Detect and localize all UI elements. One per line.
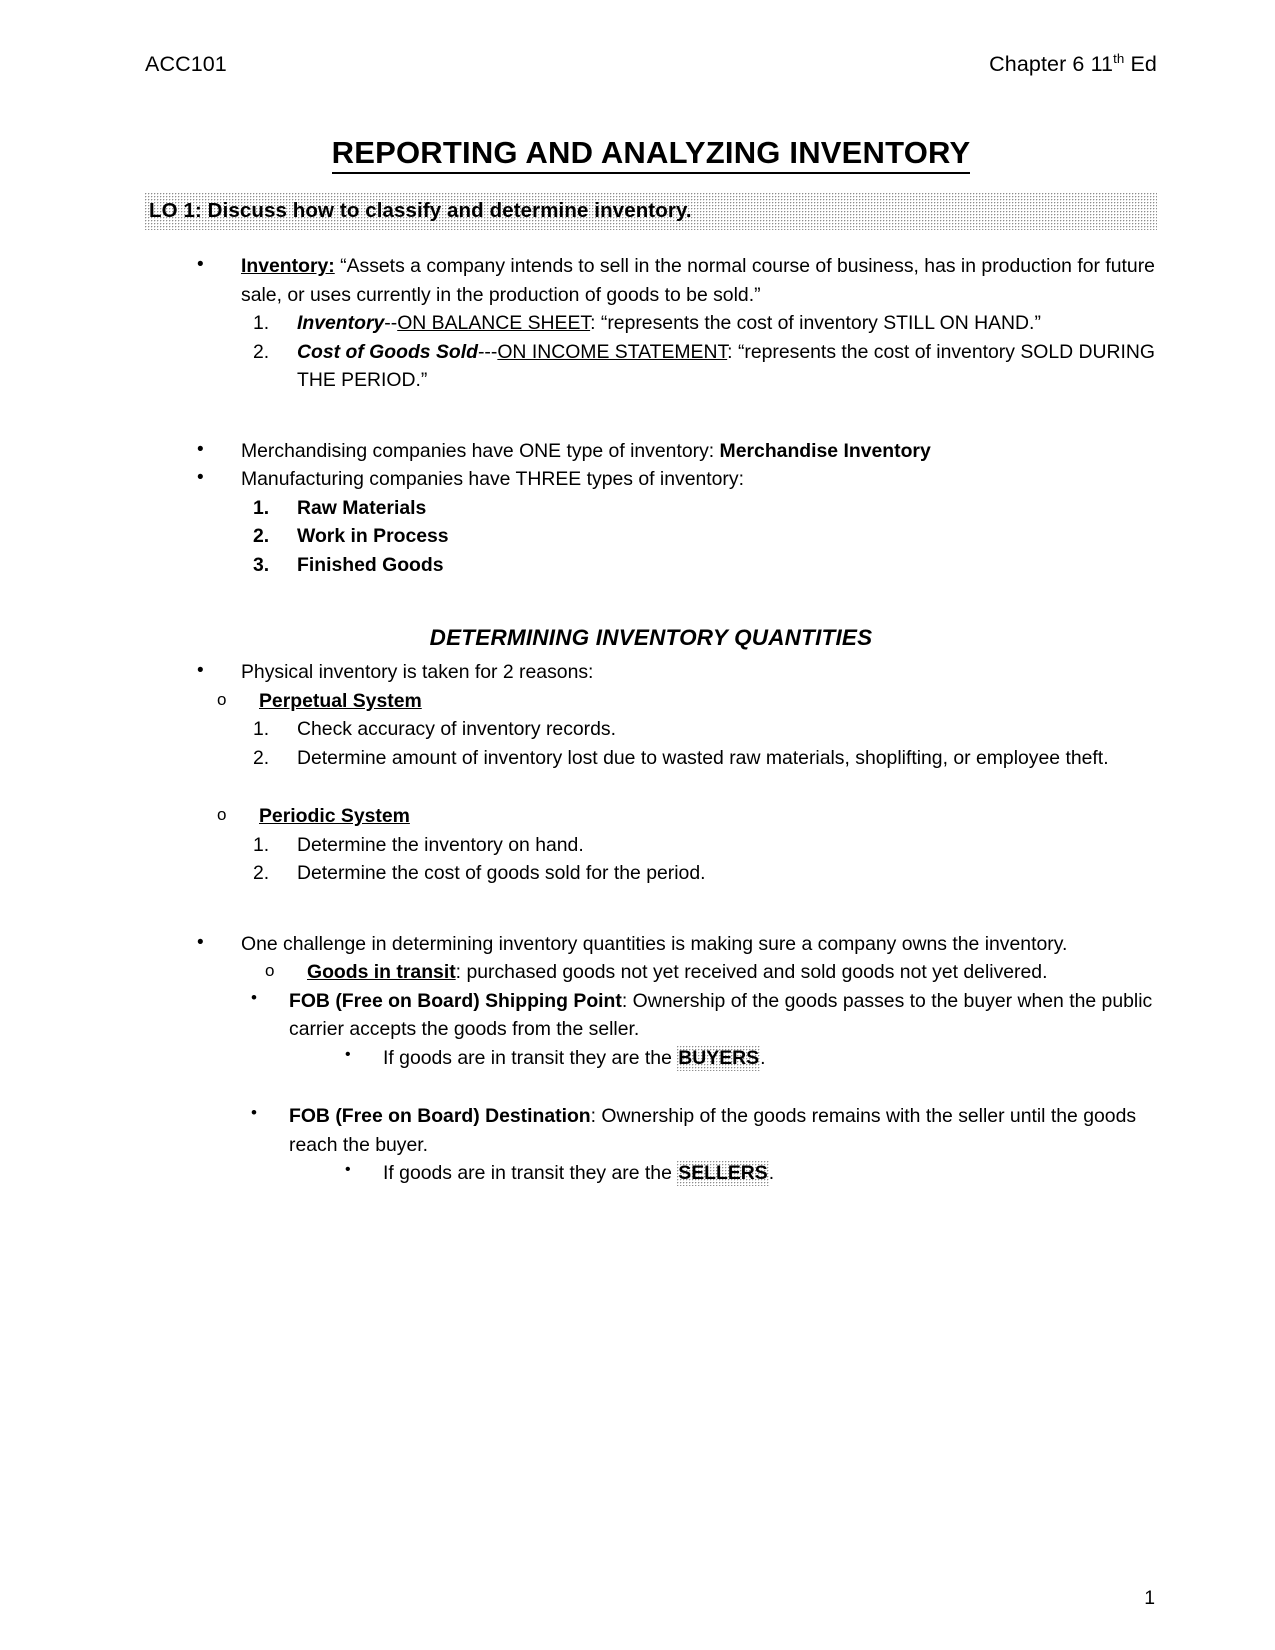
goods-in-transit-group: Goods in transit: purchased goods not ye… <box>263 958 1157 987</box>
merchandising-lead: Merchandising companies have ONE type of… <box>241 439 720 462</box>
page-title: REPORTING AND ANALYZING INVENTORY <box>145 135 1157 174</box>
periodic-system-group: Periodic System <box>215 802 1157 831</box>
list-item: If goods are in transit they are the SEL… <box>341 1158 1157 1188</box>
page-title-text: REPORTING AND ANALYZING INVENTORY <box>331 135 971 174</box>
list-item: One challenge in determining inventory q… <box>193 929 1157 959</box>
goods-in-transit-term: Goods in transit <box>307 961 456 984</box>
list-marker: 2. <box>253 525 270 548</box>
chapter-label: Chapter 6 11th Ed <box>989 52 1157 77</box>
fob-destination-term: FOB (Free on Board) Destination <box>289 1105 591 1128</box>
ownership-challenge-list: One challenge in determining inventory q… <box>193 929 1157 959</box>
inventory-term: Inventory: <box>241 255 335 277</box>
fob-shipping-point-group: FOB (Free on Board) Shipping Point: Owne… <box>247 986 1157 1044</box>
cogs-location: ON INCOME STATEMENT <box>497 340 728 363</box>
fob-destination-group: FOB (Free on Board) Destination: Ownersh… <box>247 1101 1157 1159</box>
inventory-balance-sheet-location: ON BALANCE SHEET <box>397 312 591 335</box>
list-item: 2. Work in Process <box>253 522 1157 551</box>
list-item: Manufacturing companies have THREE types… <box>193 464 1157 494</box>
list-marker: 1. <box>253 833 270 856</box>
inventory-bullet-list: Inventory: “Assets a company intends to … <box>193 251 1157 309</box>
inventory-balance-sheet-term: Inventory <box>297 312 385 335</box>
list-item: 2. Determine amount of inventory lost due… <box>253 744 1157 773</box>
list-item: 1. Raw Materials <box>253 494 1157 523</box>
fob-shipping-point-note: If goods are in transit they are the BUY… <box>341 1043 1157 1073</box>
chapter-label-suffix: Ed <box>1124 52 1157 76</box>
fob-shipping-point-term: FOB (Free on Board) Shipping Point <box>289 989 622 1012</box>
ownership-challenge-text: One challenge in determining inventory q… <box>241 932 1068 955</box>
document-body: Inventory: “Assets a company intends to … <box>145 251 1157 1188</box>
page-header: ACC101 Chapter 6 11th Ed <box>145 52 1157 77</box>
list-marker: 1. <box>253 718 270 741</box>
list-item: Perpetual System <box>215 687 1157 716</box>
list-item: Goods in transit: purchased goods not ye… <box>263 958 1157 987</box>
list-item: 3. Finished Goods <box>253 551 1157 580</box>
inventory-balance-sheet-rest: : “represents the cost of inventory STIL… <box>590 312 1041 335</box>
inventory-balance-sheet-dashes: -- <box>384 312 398 335</box>
document-page: ACC101 Chapter 6 11th Ed REPORTING AND A… <box>0 0 1275 1650</box>
inventory-numbered-list: 1. Inventory--ON BALANCE SHEET: “represen… <box>253 309 1157 395</box>
manufacturing-item-label: Work in Process <box>297 525 449 548</box>
list-marker: 2. <box>253 340 270 363</box>
list-item: If goods are in transit they are the BUY… <box>341 1043 1157 1073</box>
buyers-highlight: BUYERS <box>677 1045 761 1071</box>
list-marker: 1. <box>253 496 270 519</box>
list-item: Merchandising companies have ONE type of… <box>193 436 1157 466</box>
chapter-ordinal-suffix: th <box>1113 50 1125 66</box>
page-number: 1 <box>1144 1587 1155 1609</box>
goods-in-transit-rest: : purchased goods not yet received and s… <box>455 961 1048 984</box>
list-item: FOB (Free on Board) Destination: Ownersh… <box>247 1101 1157 1159</box>
sellers-highlight: SELLERS <box>677 1161 769 1187</box>
fob-destination-note: If goods are in transit they are the SEL… <box>341 1158 1157 1188</box>
list-item: 1. Inventory--ON BALANCE SHEET: “represen… <box>253 309 1157 338</box>
cogs-dashes: --- <box>477 340 498 363</box>
physical-inventory-lead: Physical inventory is taken for 2 reason… <box>241 661 594 684</box>
periodic-system-reasons: 1. Determine the inventory on hand. 2. Det… <box>253 831 1157 888</box>
reason-text: Determine the cost of goods sold for the… <box>297 862 706 885</box>
perpetual-system-reasons: 1. Check accuracy of inventory records. 2… <box>253 715 1157 772</box>
list-item: Physical inventory is taken for 2 reason… <box>193 657 1157 687</box>
reason-text: Check accuracy of inventory records. <box>297 718 616 741</box>
list-item: 1. Check accuracy of inventory records. <box>253 715 1157 744</box>
periodic-system-label: Periodic System <box>259 805 410 828</box>
reason-text: Determine the inventory on hand. <box>297 833 584 856</box>
list-marker: 2. <box>253 746 270 769</box>
list-marker: 3. <box>253 553 270 576</box>
list-item: Periodic System <box>215 802 1157 831</box>
list-marker: 1. <box>253 312 270 335</box>
fob-shipping-point-note-tail: . <box>760 1046 766 1069</box>
list-item: FOB (Free on Board) Shipping Point: Owne… <box>247 986 1157 1044</box>
cogs-term: Cost of Goods Sold <box>297 340 478 363</box>
fob-shipping-point-note-lead: If goods are in transit they are the <box>383 1046 678 1069</box>
reason-text: Determine amount of inventory lost due t… <box>297 746 1109 769</box>
fob-destination-note-lead: If goods are in transit they are the <box>383 1162 678 1185</box>
list-item: 2. Cost of Goods Sold---ON INCOME STATEME… <box>253 338 1157 395</box>
list-item: Inventory: “Assets a company intends to … <box>193 251 1157 309</box>
perpetual-system-group: Perpetual System <box>215 687 1157 716</box>
course-code: ACC101 <box>145 52 227 76</box>
manufacturing-item-label: Raw Materials <box>297 496 427 519</box>
manufacturing-lead: Manufacturing companies have THREE types… <box>241 468 744 491</box>
fob-destination-note-tail: . <box>768 1162 775 1185</box>
company-type-list: Merchandising companies have ONE type of… <box>193 436 1157 494</box>
learning-objective-banner: LO 1: Discuss how to classify and determ… <box>145 193 1157 230</box>
manufacturing-item-label: Finished Goods <box>297 553 444 576</box>
chapter-label-prefix: Chapter 6 11 <box>989 52 1114 76</box>
list-item: 2. Determine the cost of goods sold for t… <box>253 859 1157 888</box>
merchandise-inventory-label: Merchandise Inventory <box>719 439 931 462</box>
physical-inventory-list: Physical inventory is taken for 2 reason… <box>193 657 1157 687</box>
list-item: 1. Determine the inventory on hand. <box>253 831 1157 860</box>
manufacturing-inventory-list: 1. Raw Materials 2. Work in Process 3. Fini… <box>253 494 1157 580</box>
section-heading-determining: DETERMINING INVENTORY QUANTITIES <box>429 625 873 651</box>
inventory-definition: “Assets a company intends to sell in the… <box>241 255 1155 306</box>
perpetual-system-label: Perpetual System <box>259 689 422 712</box>
list-marker: 2. <box>253 862 270 885</box>
